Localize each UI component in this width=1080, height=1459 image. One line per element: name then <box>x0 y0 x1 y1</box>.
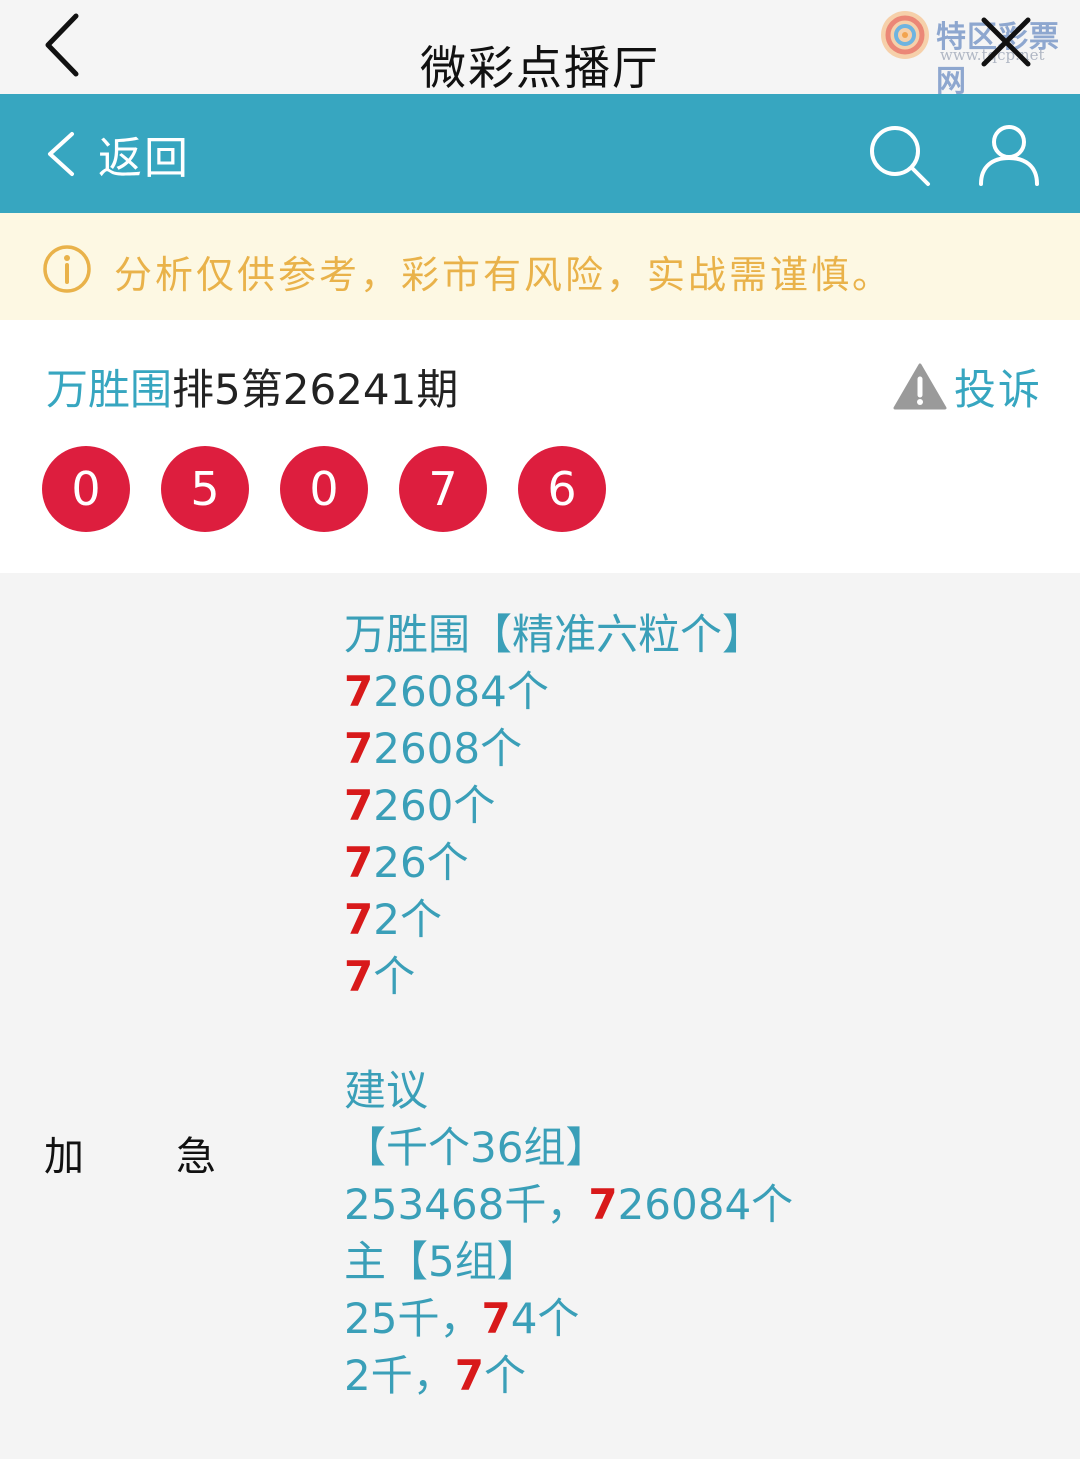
main5-line: 2千，7个 <box>344 1351 526 1400</box>
prediction-line: 7260个 <box>344 781 496 830</box>
search-icon[interactable] <box>866 122 932 188</box>
back-button[interactable]: 返回 <box>44 124 190 184</box>
main5-line: 25千，74个 <box>344 1294 580 1343</box>
issue-title: 万胜围排5第26241期 <box>46 356 458 417</box>
urgent-label-2: 急 <box>176 1134 216 1180</box>
ball: 0 <box>42 446 130 532</box>
ball: 0 <box>280 446 368 532</box>
issue-number: 排5第26241期 <box>172 365 459 414</box>
prediction-line: 7个 <box>344 952 416 1001</box>
warning-icon <box>893 363 947 409</box>
group36-line: 253468千，726084个 <box>344 1180 794 1229</box>
prediction-line: 726084个 <box>344 667 549 716</box>
prediction-line: 726个 <box>344 838 469 887</box>
prediction-line: 72608个 <box>344 724 523 773</box>
nav-bar: 返回 <box>0 94 1080 213</box>
prediction-content: 万胜围【精准六粒个】 726084个 72608个 7260个 726个 72个… <box>344 606 1044 1404</box>
ball: 6 <box>518 446 606 532</box>
user-icon[interactable] <box>976 122 1042 188</box>
close-icon[interactable] <box>978 14 1034 70</box>
suggest-heading: 建议 <box>344 1066 429 1115</box>
prediction-heading: 万胜围【精准六粒个】 <box>344 610 765 659</box>
chevron-left-icon <box>48 132 74 176</box>
ball: 5 <box>161 446 249 532</box>
report-label: 投诉 <box>954 365 1043 414</box>
author-name[interactable]: 万胜围 <box>46 365 172 414</box>
group36-heading: 【千个36组】 <box>344 1123 608 1172</box>
notice-text: 分析仅供参考，彩市有风险，实战需谨慎。 <box>114 253 894 297</box>
report-button[interactable]: 投诉 <box>892 356 1042 417</box>
urgent-label-1: 加 <box>44 1134 84 1180</box>
watermark-logo-icon <box>881 11 929 59</box>
ball: 7 <box>399 446 487 532</box>
top-bar: 微彩点播厅 特区彩票网 www.tqcp.net <box>0 0 1080 99</box>
info-icon <box>43 245 91 293</box>
back-label: 返回 <box>98 133 190 184</box>
prediction-line: 72个 <box>344 895 442 944</box>
main5-heading: 主【5组】 <box>344 1237 539 1286</box>
draw-balls: 0 5 0 7 6 <box>42 446 637 532</box>
